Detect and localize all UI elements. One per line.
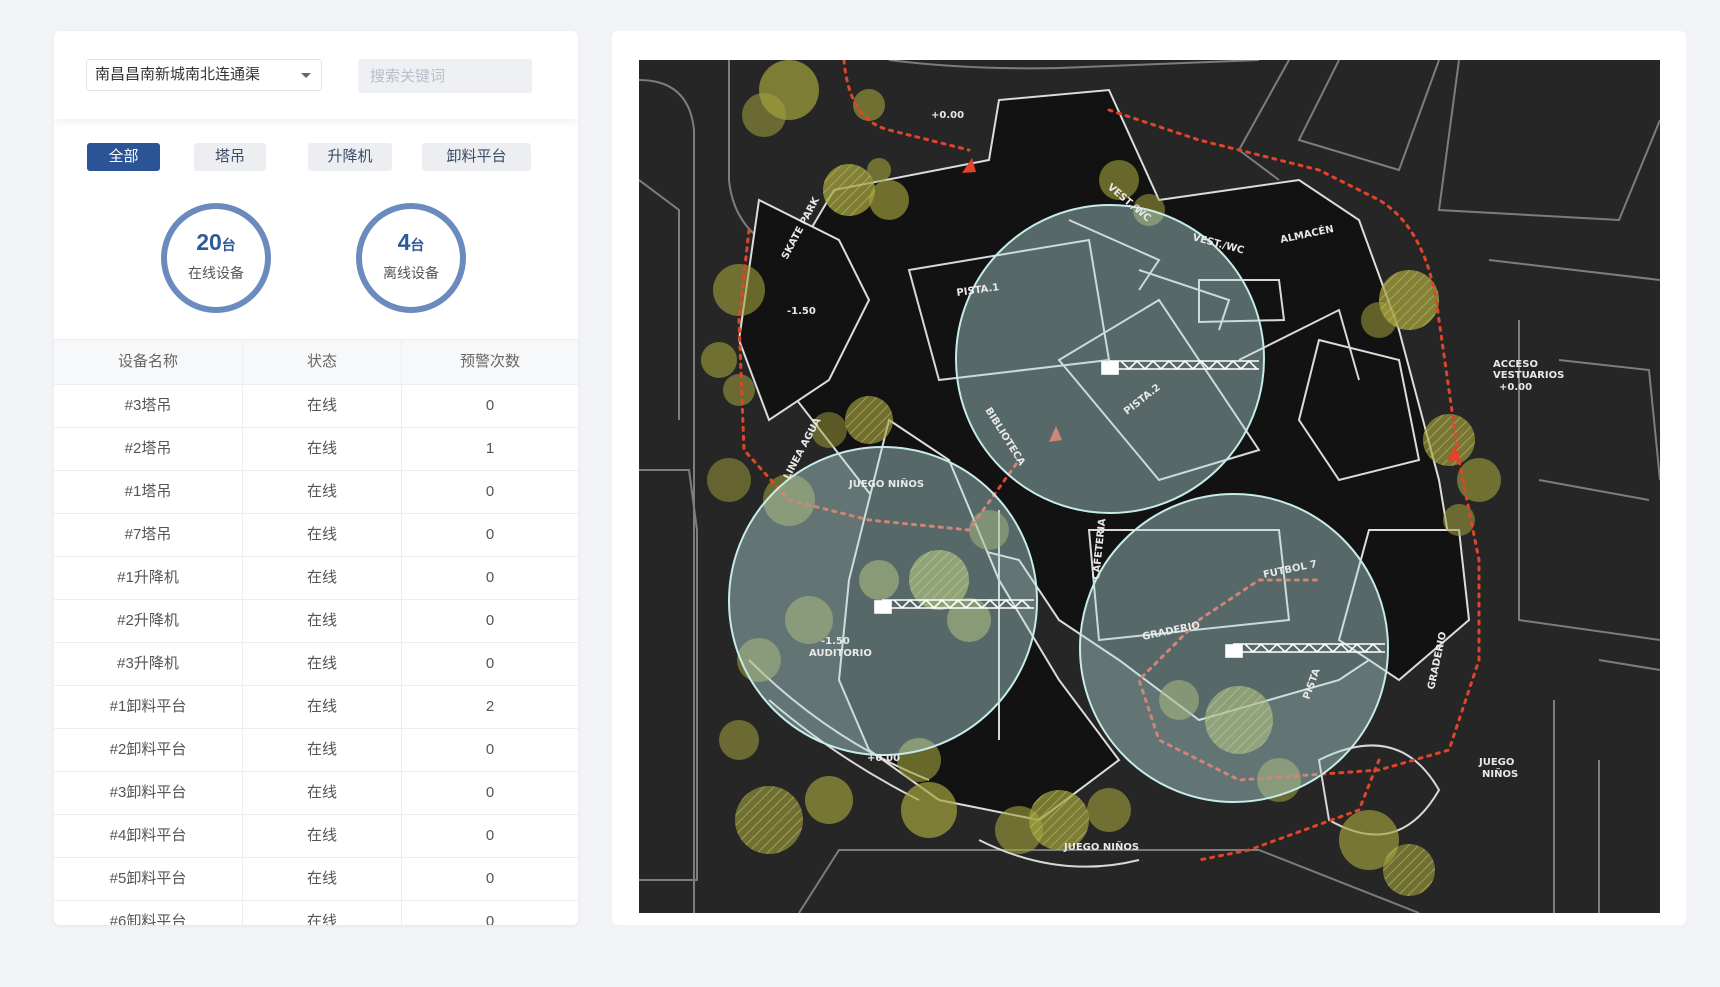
table-header: 设备名称 状态 预警次数 — [54, 339, 578, 385]
warning-count-cell: 0 — [485, 741, 495, 758]
device-type-tabs: 全部 塔吊 升降机 卸料平台 — [54, 143, 578, 173]
label-vestuarios: VESTUARIOS — [1493, 370, 1564, 381]
table-row[interactable]: #2塔吊 在线 1 — [54, 428, 578, 471]
warning-count-cell: 0 — [485, 569, 495, 586]
status-cell: 在线 — [243, 600, 402, 642]
online-unit: 台 — [221, 237, 236, 253]
device-name-cell: #7塔吊 — [54, 514, 243, 556]
site-plan-map[interactable]: SKATE PARK PISTA.1 PISTA.2 BIBLIOTECA VE… — [639, 60, 1660, 913]
warning-count-cell: 0 — [485, 397, 495, 414]
warning-count-cell: 0 — [485, 526, 495, 543]
status-cell: 在线 — [243, 471, 402, 513]
status-cell: 在线 — [243, 643, 402, 685]
table-row[interactable]: #3卸料平台 在线 0 — [54, 772, 578, 815]
project-select[interactable]: 南昌昌南新城南北连通渠 — [86, 59, 322, 91]
label-acceso: ACCESO — [1493, 359, 1538, 370]
label-level-minus-auditorio: -1.50 — [821, 636, 850, 647]
device-panel: 南昌昌南新城南北连通渠 全部 塔吊 升降机 卸料平台 20台 在线设备 4台 离… — [54, 31, 578, 925]
online-count: 20 — [196, 229, 222, 255]
device-name-cell: #1卸料平台 — [54, 686, 243, 728]
status-cell: 在线 — [243, 428, 402, 470]
label-juego: JUEGO — [1478, 757, 1514, 768]
device-name-cell: #2塔吊 — [54, 428, 243, 470]
status-cell: 在线 — [243, 772, 402, 814]
offline-label: 离线设备 — [383, 265, 439, 281]
table-row[interactable]: #3升降机 在线 0 — [54, 643, 578, 686]
device-name-cell: #3卸料平台 — [54, 772, 243, 814]
status-cell: 在线 — [243, 858, 402, 900]
chevron-down-icon — [301, 73, 311, 78]
map-panel: SKATE PARK PISTA.1 PISTA.2 BIBLIOTECA VE… — [612, 31, 1686, 925]
warning-count-cell: 0 — [485, 655, 495, 672]
label-juego-ninos-top: JUEGO NIÑOS — [848, 477, 924, 490]
device-name-cell: #3塔吊 — [54, 385, 243, 427]
status-cell: 在线 — [243, 385, 402, 427]
label-juego-ninos-bottom: JUEGO NIÑOS — [1063, 840, 1139, 853]
tab-all[interactable]: 全部 — [87, 143, 160, 171]
table-row[interactable]: #1塔吊 在线 0 — [54, 471, 578, 514]
warning-count-cell: 0 — [485, 784, 495, 801]
tab-tower-crane[interactable]: 塔吊 — [194, 143, 266, 171]
label-level-right: +0.00 — [1499, 382, 1532, 393]
device-name-cell: #3升降机 — [54, 643, 243, 685]
warning-count-cell: 1 — [485, 440, 495, 457]
table-row[interactable]: #2升降机 在线 0 — [54, 600, 578, 643]
warning-count-cell: 0 — [485, 612, 495, 629]
header-warning-count: 预警次数 — [459, 353, 520, 370]
crane-zone-1[interactable] — [955, 204, 1265, 514]
label-level-top: +0.00 — [931, 110, 964, 121]
label-auditorio: AUDITORIO — [809, 648, 872, 659]
device-name-cell: #2卸料平台 — [54, 729, 243, 771]
online-devices-stat: 20台 在线设备 — [161, 203, 271, 313]
search-input[interactable] — [358, 59, 532, 93]
table-row[interactable]: #1卸料平台 在线 2 — [54, 686, 578, 729]
device-name-cell: #1升降机 — [54, 557, 243, 599]
warning-count-cell: 0 — [485, 483, 495, 500]
tab-unloading-platform[interactable]: 卸料平台 — [422, 143, 531, 171]
offline-unit: 台 — [410, 237, 425, 253]
warning-count-cell: 2 — [485, 698, 495, 715]
table-row[interactable]: #4卸料平台 在线 0 — [54, 815, 578, 858]
table-row[interactable]: #7塔吊 在线 0 — [54, 514, 578, 557]
label-level-minus-left: -1.50 — [787, 306, 816, 317]
warning-count-cell: 0 — [485, 913, 495, 925]
label-ninos: NIÑOS — [1482, 767, 1518, 780]
table-row[interactable]: #2卸料平台 在线 0 — [54, 729, 578, 772]
table-row[interactable]: #3塔吊 在线 0 — [54, 385, 578, 428]
device-table: 设备名称 状态 预警次数 #3塔吊 在线 0 #2塔吊 在线 1 #1塔吊 在线 0 #7塔吊 在线… — [54, 339, 578, 925]
device-name-cell: #4卸料平台 — [54, 815, 243, 857]
table-row[interactable]: #1升降机 在线 0 — [54, 557, 578, 600]
table-row[interactable]: #6卸料平台 在线 0 — [54, 901, 578, 925]
offline-devices-stat: 4台 离线设备 — [356, 203, 466, 313]
header-status: 状态 — [243, 340, 402, 384]
table-body: #3塔吊 在线 0 #2塔吊 在线 1 #1塔吊 在线 0 #7塔吊 在线 0 #1升降机 在线 0 #2升降… — [54, 385, 578, 925]
status-cell: 在线 — [243, 729, 402, 771]
warning-count-cell: 0 — [485, 827, 495, 844]
device-name-cell: #6卸料平台 — [54, 901, 243, 925]
status-cell: 在线 — [243, 686, 402, 728]
online-label: 在线设备 — [188, 265, 244, 281]
device-name-cell: #2升降机 — [54, 600, 243, 642]
table-row[interactable]: #5卸料平台 在线 0 — [54, 858, 578, 901]
status-cell: 在线 — [243, 557, 402, 599]
device-name-cell: #1塔吊 — [54, 471, 243, 513]
label-level-bottom: +0.00 — [867, 753, 900, 764]
warning-count-cell: 0 — [485, 870, 495, 887]
tab-hoist[interactable]: 升降机 — [308, 143, 392, 171]
status-cell: 在线 — [243, 815, 402, 857]
device-name-cell: #5卸料平台 — [54, 858, 243, 900]
project-select-value: 南昌昌南新城南北连通渠 — [95, 66, 261, 83]
offline-count: 4 — [397, 229, 411, 255]
status-cell: 在线 — [243, 901, 402, 925]
status-cell: 在线 — [243, 514, 402, 556]
header-device-name: 设备名称 — [54, 340, 243, 384]
filter-bar: 南昌昌南新城南北连通渠 — [54, 31, 578, 119]
